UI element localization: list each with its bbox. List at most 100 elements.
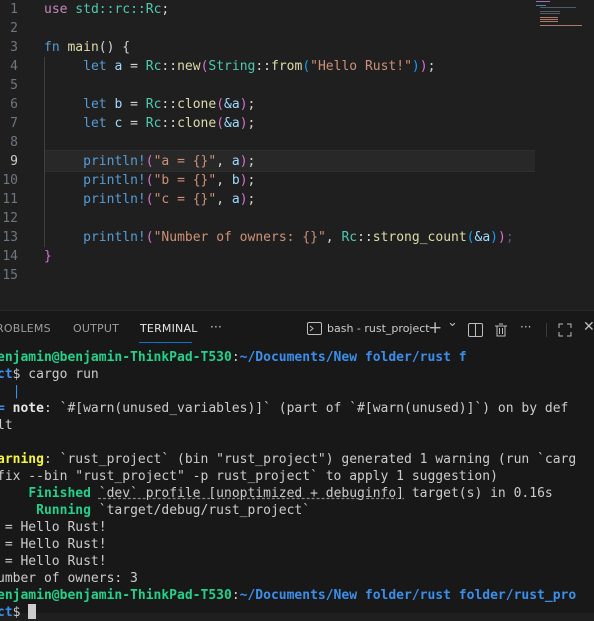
semicolon: ;	[427, 59, 436, 74]
terminal-instance-label[interactable]: bash - rust_project	[327, 322, 430, 335]
string-literal: "c = {}"	[153, 192, 217, 207]
string-literal: "Hello Rust!"	[310, 59, 412, 74]
code-line-8[interactable]: 8	[0, 133, 594, 152]
tab-output[interactable]: OUTPUT	[73, 322, 119, 335]
argument: b	[231, 173, 240, 188]
paren: (	[302, 59, 311, 74]
line-number: 10	[2, 173, 18, 188]
new-terminal-plus-icon[interactable]: +	[428, 318, 442, 338]
bottom-panel: ROBLEMS OUTPUT TERMINAL ··· bash - rust_…	[0, 310, 594, 620]
path-sep: ::	[255, 59, 272, 74]
trash-icon[interactable]	[494, 322, 508, 341]
semicolon: ;	[247, 97, 256, 112]
terminal-line: Finished `dev` profile [unoptimized + de…	[0, 485, 552, 502]
type-rc: Rc	[145, 116, 162, 131]
code-text: fn main() {	[44, 38, 130, 57]
code-line-3[interactable]: 3 fn main() {	[0, 38, 594, 57]
fn-strong-count: strong_count	[372, 230, 467, 245]
punctuation: () {	[98, 40, 131, 55]
paren: (	[216, 116, 225, 131]
code-text: let c = Rc::clone(&a);	[44, 114, 255, 133]
line-number: 15	[2, 268, 18, 283]
path-std-rc: std::rc::	[67, 2, 146, 17]
code-text: println!("b = {}", b);	[44, 171, 255, 190]
argument: &a	[474, 230, 491, 245]
paren: (	[145, 154, 154, 169]
line-number: 4	[10, 59, 18, 74]
close-panel-icon[interactable]: ✕	[583, 319, 594, 335]
minimap[interactable]	[534, 0, 584, 30]
path-sep: ::	[161, 59, 178, 74]
code-line-4[interactable]: 4 let a = Rc::new(String::from("Hello Ru…	[0, 57, 594, 76]
line-number: 2	[10, 21, 18, 36]
code-line-9[interactable]: 9 println!("a = {}", a);	[0, 152, 594, 171]
comma: ,	[216, 173, 232, 188]
fn-clone: clone	[177, 97, 217, 112]
paren: )	[239, 192, 248, 207]
operator: =	[122, 59, 146, 74]
terminal-output[interactable]: enjamin@benjamin-ThinkPad-T530:~/Documen…	[0, 347, 594, 620]
code-line-12[interactable]: 12	[0, 209, 594, 228]
code-text: use std::rc::Rc;	[44, 0, 169, 19]
macro-println: println!	[83, 173, 146, 188]
terminal-line: fix --bin "rust_project" -p rust_project…	[0, 469, 498, 484]
operator: =	[122, 97, 146, 112]
running-label: Running	[36, 503, 91, 518]
variable: b	[106, 97, 123, 112]
code-line-5[interactable]: 5	[0, 76, 594, 95]
prompt-path: ct	[0, 367, 13, 382]
type-string: String	[208, 59, 256, 74]
code-line-1[interactable]: 1 use std::rc::Rc;	[0, 0, 594, 19]
line-number: 11	[2, 192, 18, 207]
tab-terminal[interactable]: TERMINAL	[140, 322, 198, 335]
build-profile: `dev` profile [unoptimized + debuginfo]	[98, 486, 405, 501]
terminal-line: arning: `rust_project` (bin "rust_projec…	[0, 451, 576, 468]
prompt-path: ct	[0, 605, 13, 620]
paren: (	[145, 230, 154, 245]
type-rc: Rc	[145, 97, 162, 112]
terminal-line: enjamin@benjamin-ThinkPad-T530:~/Documen…	[0, 349, 467, 366]
terminal-text: : `#[warn(unused_variables)]` (part of `…	[43, 401, 569, 416]
chevron-down-icon[interactable]: ⌄	[447, 315, 458, 330]
code-text: let a = Rc::new(String::from("Hello Rust…	[44, 57, 435, 76]
paren: (	[145, 192, 154, 207]
program-output-line: umber of owners: 3	[0, 571, 138, 586]
operator: =	[122, 116, 146, 131]
fn-new: new	[177, 59, 201, 74]
code-line-13[interactable]: 13 println!("Number of owners: {}", Rc::…	[0, 228, 594, 247]
semicolon: ;	[247, 192, 256, 207]
terminal-more-actions-button[interactable]: ···	[520, 320, 531, 334]
tab-problems[interactable]: ROBLEMS	[0, 322, 51, 335]
string-literal: "a = {}"	[153, 154, 217, 169]
active-tab-indicator	[139, 342, 192, 343]
code-line-15[interactable]: 15	[0, 266, 594, 285]
prompt-user-host: enjamin@benjamin-ThinkPad-T530	[0, 588, 232, 603]
semicolon: ;	[247, 173, 256, 188]
code-text: println!("Number of owners: {}", Rc::str…	[44, 228, 514, 247]
keyword-let: let	[83, 97, 107, 112]
split-terminal-icon[interactable]	[468, 323, 483, 337]
panel-more-actions-button[interactable]: ···	[210, 320, 222, 334]
code-line-2[interactable]: 2	[0, 19, 594, 38]
note-label: note	[12, 401, 44, 416]
terminal-line: = note: `#[warn(unused_variables)]` (par…	[0, 400, 568, 417]
program-output-line: = Hello Rust!	[0, 520, 107, 535]
paren: (	[145, 173, 154, 188]
paren: )	[239, 173, 248, 188]
maximize-panel-icon[interactable]	[558, 322, 572, 341]
fn-clone: clone	[177, 116, 217, 131]
terminal-text: $	[12, 605, 29, 620]
code-line-10[interactable]: 10 println!("b = {}", b);	[0, 171, 594, 190]
code-line-14[interactable]: 14 }	[0, 247, 594, 266]
code-line-6[interactable]: 6 let b = Rc::clone(&a);	[0, 95, 594, 114]
code-line-11[interactable]: 11 println!("c = {}", a);	[0, 190, 594, 209]
keyword-use: use	[44, 2, 68, 17]
path-sep: ::	[161, 116, 178, 131]
code-line-7[interactable]: 7 let c = Rc::clone(&a);	[0, 114, 594, 133]
paren: )	[497, 230, 506, 245]
terminal-text: =	[0, 401, 5, 416]
terminal-line: ct$	[0, 604, 37, 621]
code-editor[interactable]: 1 use std::rc::Rc; 2 3 fn main() { 4 let…	[0, 0, 594, 310]
terminal-line: enjamin@benjamin-ThinkPad-T530:~/Documen…	[0, 587, 576, 604]
type-rc: Rc	[145, 59, 162, 74]
